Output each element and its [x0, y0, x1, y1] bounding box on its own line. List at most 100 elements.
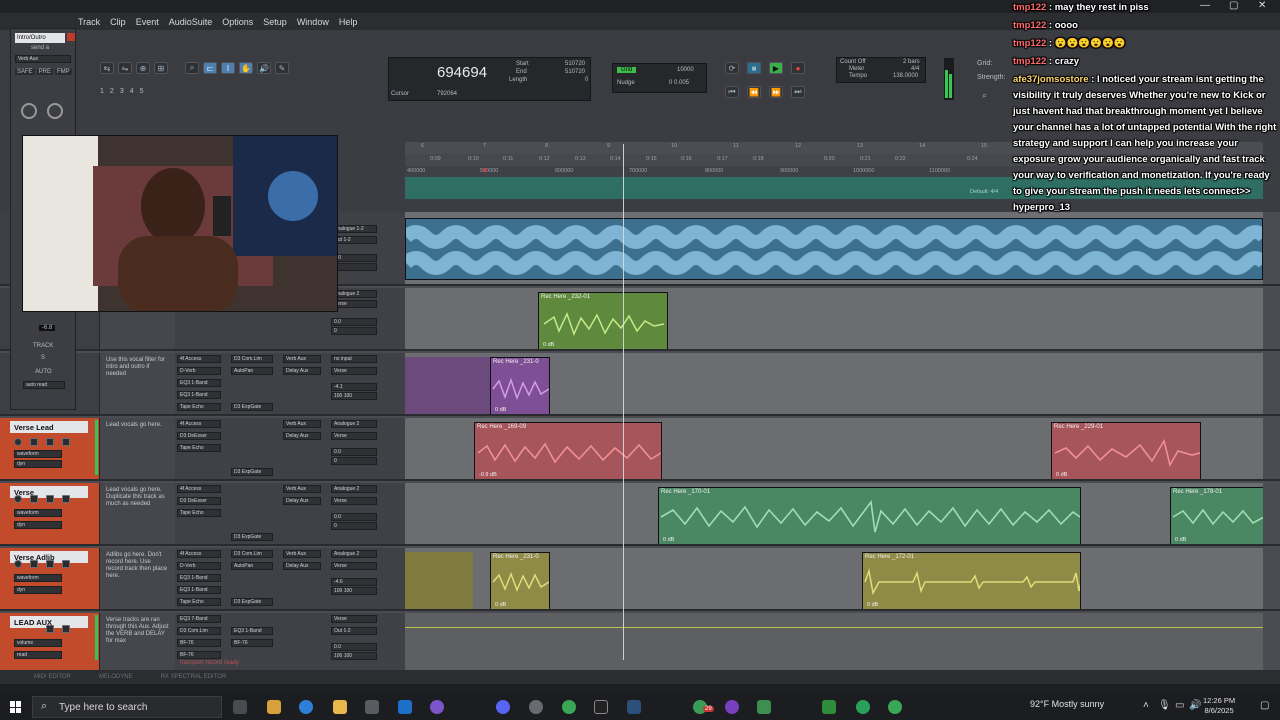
record-icon[interactable]: ●: [791, 62, 805, 74]
track-view-selector[interactable]: waveform: [14, 509, 62, 517]
mixer-volume-readout[interactable]: -6.8: [39, 325, 56, 331]
mute-button[interactable]: [62, 438, 70, 446]
audio-clip[interactable]: [405, 218, 1263, 280]
track-header[interactable]: Verse Lead waveform dyn: [0, 418, 100, 479]
loop-icon[interactable]: ⟳: [725, 62, 739, 74]
menu-clip[interactable]: Clip: [110, 17, 126, 27]
app-icon[interactable]: [365, 700, 379, 714]
track-lane[interactable]: [405, 212, 1263, 284]
count-off-label[interactable]: Count Off: [840, 59, 866, 65]
app-icon[interactable]: [430, 700, 444, 714]
insert-slot[interactable]: D-Verb: [177, 562, 221, 570]
meter-value[interactable]: 4/4: [911, 66, 919, 72]
app-icon[interactable]: [725, 700, 739, 714]
audio-clip[interactable]: Rec Here _231-0 0 dB: [490, 552, 550, 609]
rewind-icon[interactable]: ⏪: [747, 86, 761, 98]
grid-value[interactable]: 10000: [677, 67, 694, 73]
track-name[interactable]: Verse Lead: [10, 421, 88, 433]
insert-slot[interactable]: BF-76: [177, 651, 221, 659]
record-arm-button[interactable]: [14, 560, 22, 568]
spot-mode-button[interactable]: ⊕: [136, 62, 150, 74]
menu-options[interactable]: Options: [222, 17, 253, 27]
input-selector[interactable]: Analogue 2: [331, 420, 377, 428]
insert-slot[interactable]: 4f Access: [177, 550, 221, 558]
output-selector[interactable]: Verse: [331, 432, 377, 440]
end-value[interactable]: 510720: [565, 69, 585, 75]
start-value[interactable]: 510720: [565, 61, 585, 67]
app-icon[interactable]: [398, 700, 412, 714]
output-selector[interactable]: Verse: [331, 562, 377, 570]
track-view-selector[interactable]: waveform: [14, 574, 62, 582]
app-icon[interactable]: [856, 700, 870, 714]
record-icon[interactable]: [67, 33, 75, 41]
pan-knob-right[interactable]: [47, 103, 63, 119]
scrubber-tool-icon[interactable]: 🔊: [257, 62, 271, 74]
zoom-preset-2[interactable]: 2: [110, 88, 114, 95]
tab-rx-spectral-editor[interactable]: RX SPECTRAL EDITOR: [161, 674, 227, 680]
playlist-selector[interactable]: dyn: [14, 460, 62, 468]
pan-knob-left[interactable]: [21, 103, 37, 119]
insert-slot[interactable]: D3 ExpGate: [231, 598, 273, 606]
network-icon[interactable]: ▭: [1175, 700, 1184, 711]
insert-slot[interactable]: D3 ExpGate: [231, 468, 273, 476]
track-lane[interactable]: Rec Here _232-01 0 dB: [405, 288, 1263, 349]
zoom-icon[interactable]: ⌕: [185, 62, 199, 74]
selector-tool-icon[interactable]: I: [221, 62, 235, 74]
pan-readout[interactable]: 100 100: [331, 587, 377, 595]
insert-slot[interactable]: AutoPan: [231, 367, 273, 375]
track-header[interactable]: LEAD AUX volume read: [0, 613, 100, 670]
insert-slot[interactable]: 4f Access: [177, 420, 221, 428]
task-view-icon[interactable]: [233, 700, 247, 714]
discord-icon[interactable]: [496, 700, 510, 714]
volume-readout[interactable]: -4.6: [331, 578, 377, 586]
return-to-zero-icon[interactable]: ⏮: [725, 86, 739, 98]
playhead-cursor[interactable]: [623, 144, 624, 660]
insert-slot[interactable]: D3 Com.Lim: [231, 355, 273, 363]
input-monitor-button[interactable]: [30, 560, 38, 568]
audio-clip[interactable]: Rec Here _169-09 -0.9 dB: [474, 422, 662, 479]
record-arm-button[interactable]: [14, 495, 22, 503]
insert-slot[interactable]: EQ3 1-Band: [177, 574, 221, 582]
system-tray-weather[interactable]: 92°F Mostly sunny: [1030, 699, 1104, 709]
app-icon[interactable]: [757, 700, 771, 714]
app-icon[interactable]: [627, 700, 641, 714]
pan-readout[interactable]: 100 100: [331, 652, 377, 660]
track-view-selector[interactable]: waveform: [14, 450, 62, 458]
solo-button[interactable]: [46, 438, 54, 446]
menu-window[interactable]: Window: [297, 17, 329, 27]
windows-start-icon[interactable]: [10, 701, 22, 713]
main-counter[interactable]: 694694: [437, 64, 487, 81]
volume-readout[interactable]: -4.1: [331, 383, 377, 391]
insert-slot[interactable]: D3 DeEsser: [177, 432, 221, 440]
insert-slot[interactable]: BF-76: [231, 639, 273, 647]
volume-readout[interactable]: 0.0: [331, 643, 377, 651]
insert-slot[interactable]: 4f Access: [177, 485, 221, 493]
zoom-preset-3[interactable]: 3: [120, 88, 124, 95]
file-explorer-icon[interactable]: [333, 700, 347, 714]
input-selector[interactable]: no input: [331, 355, 377, 363]
track-lane[interactable]: Rec Here _231-0 0 dB Rec Here _172-01 0 …: [405, 548, 1263, 609]
insert-slot[interactable]: EQ3 1-Band: [177, 586, 221, 594]
insert-slot[interactable]: D3 ExpGate: [231, 533, 273, 541]
chrome-icon[interactable]: [562, 700, 576, 714]
go-to-end-icon[interactable]: ⏭: [791, 86, 805, 98]
volume-readout[interactable]: 0.0: [331, 448, 377, 456]
trim-tool-icon[interactable]: ⊏: [203, 62, 217, 74]
output-selector[interactable]: Verse: [331, 497, 377, 505]
fast-forward-icon[interactable]: ⏩: [769, 86, 783, 98]
send-slot[interactable]: Verb Aux: [283, 355, 321, 363]
audio-clip[interactable]: Rec Here _232-01 0 dB: [538, 292, 668, 349]
taskbar-clock[interactable]: 12:26 PM 8/6/2025: [1203, 696, 1235, 716]
notifications-icon[interactable]: ▢: [1260, 700, 1269, 711]
insert-slot[interactable]: Tape Echo: [177, 403, 221, 411]
menu-help[interactable]: Help: [339, 17, 358, 27]
send-slot[interactable]: Delay Aux: [283, 367, 321, 375]
grabber-tool-icon[interactable]: ✋: [239, 62, 253, 74]
insert-slot[interactable]: BF-76: [177, 639, 221, 647]
track-lane[interactable]: Rec Here _169-09 -0.9 dB Rec Here _229-0…: [405, 418, 1263, 479]
volume-readout[interactable]: 0.0: [331, 318, 377, 326]
send-slot[interactable]: Verb Aux: [15, 55, 71, 63]
pan-readout[interactable]: 0: [331, 457, 377, 465]
pan-readout[interactable]: 0: [331, 327, 377, 335]
slip-mode-button[interactable]: ⇋: [118, 62, 132, 74]
